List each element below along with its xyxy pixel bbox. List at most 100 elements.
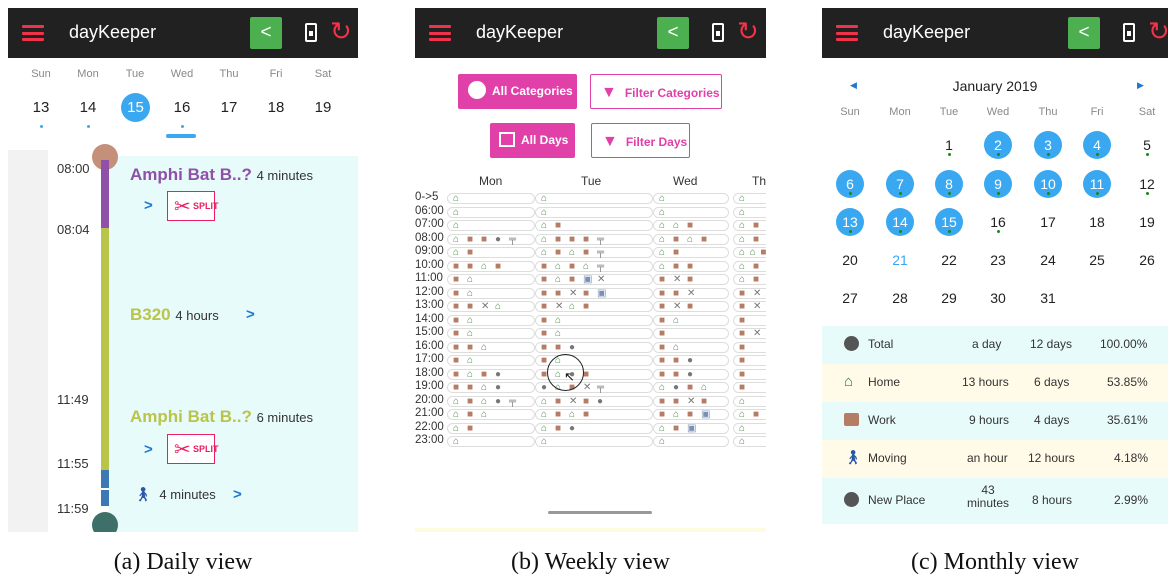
visit-entry[interactable]: Amphi Bat B..? 4 minutes: [130, 165, 313, 185]
hour-cell[interactable]: [535, 287, 653, 299]
hour-cell[interactable]: [447, 287, 535, 299]
hour-cell[interactable]: [733, 436, 766, 447]
summary-row-total[interactable]: Total a day 12 days 100.00%: [822, 326, 1168, 364]
hour-cell[interactable]: [733, 220, 766, 231]
hour-cell[interactable]: [733, 422, 766, 434]
chevron-right-icon[interactable]: >: [246, 306, 255, 323]
calendar-day[interactable]: 25: [1083, 246, 1111, 274]
hour-cell[interactable]: [535, 422, 653, 434]
summary-row-moving[interactable]: 🚶︎ Moving an hour 12 hours 4.18%: [822, 440, 1168, 478]
day-number[interactable]: 14: [65, 99, 111, 116]
day-number[interactable]: 17: [206, 99, 252, 116]
calendar-day[interactable]: 30: [984, 284, 1012, 312]
hour-cell[interactable]: [447, 260, 535, 272]
hour-cell[interactable]: [535, 409, 653, 420]
hour-cell[interactable]: [447, 193, 535, 204]
split-button[interactable]: ✂ SPLIT: [167, 191, 219, 221]
summary-row-work[interactable]: Work 9 hours 4 days 35.61%: [822, 402, 1168, 440]
day-number[interactable]: 18: [253, 99, 299, 116]
next-month-icon[interactable]: ▶: [1137, 80, 1144, 91]
hour-cell[interactable]: [733, 274, 766, 285]
calendar-day[interactable]: 27: [836, 284, 864, 312]
hour-cell[interactable]: [447, 368, 535, 380]
selected-day[interactable]: 15: [121, 93, 150, 122]
chevron-right-icon[interactable]: >: [144, 197, 153, 214]
hour-cell[interactable]: [535, 233, 653, 245]
hour-cell[interactable]: [447, 220, 535, 231]
day-number[interactable]: 19: [300, 99, 346, 116]
hour-cell[interactable]: [447, 314, 535, 326]
filter-days-button[interactable]: ▼ Filter Days: [591, 123, 690, 158]
calendar-day[interactable]: 20: [836, 246, 864, 274]
chevron-right-icon[interactable]: >: [233, 486, 242, 503]
calendar-day[interactable]: 31: [1034, 284, 1062, 312]
menu-icon[interactable]: [22, 25, 44, 41]
menu-icon[interactable]: [429, 25, 451, 41]
calendar-day[interactable]: 28: [886, 284, 914, 312]
hour-cell[interactable]: [733, 206, 766, 218]
calendar-day[interactable]: 24: [1034, 246, 1062, 274]
hour-cell[interactable]: [447, 206, 535, 218]
calendar-day[interactable]: 21: [886, 246, 914, 274]
visit-entry[interactable]: B320 4 hours: [130, 305, 219, 325]
menu-icon[interactable]: [836, 25, 858, 41]
calendar-day[interactable]: 29: [935, 284, 963, 312]
hour-cell[interactable]: [447, 233, 535, 245]
hour-cell[interactable]: [535, 274, 653, 285]
hour-cell[interactable]: [733, 409, 766, 420]
hour-cell[interactable]: [447, 274, 535, 285]
all-days-button[interactable]: All Days: [490, 123, 575, 158]
hour-cell[interactable]: [733, 355, 766, 366]
hour-cell[interactable]: [535, 328, 653, 339]
horizontal-scrollbar[interactable]: [548, 511, 652, 514]
day-number[interactable]: 16: [159, 99, 205, 116]
visit-entry[interactable]: Amphi Bat B..? 6 minutes: [130, 407, 313, 427]
hour-cell[interactable]: [733, 260, 766, 272]
hour-cell[interactable]: [535, 247, 653, 258]
calendar-day[interactable]: 22: [935, 246, 963, 274]
hour-cell[interactable]: [733, 368, 766, 380]
hour-cell[interactable]: [733, 382, 766, 393]
hour-cell[interactable]: [535, 314, 653, 326]
hour-cell[interactable]: [535, 260, 653, 272]
sync-icon[interactable]: ↻: [737, 14, 759, 48]
hour-cell[interactable]: [447, 341, 535, 353]
hour-cell[interactable]: [535, 220, 653, 231]
phone-icon[interactable]: [305, 23, 317, 42]
hour-cell[interactable]: [535, 395, 653, 407]
hour-cell[interactable]: [447, 436, 535, 447]
hour-cell[interactable]: [535, 193, 653, 204]
hour-cell[interactable]: [733, 193, 766, 204]
hour-cell[interactable]: [733, 341, 766, 353]
hour-cell[interactable]: [447, 355, 535, 366]
share-icon[interactable]: <: [657, 17, 689, 49]
sync-icon[interactable]: ↻: [330, 14, 352, 48]
phone-icon[interactable]: [1123, 23, 1135, 42]
phone-icon[interactable]: [712, 23, 724, 42]
hour-cell[interactable]: [535, 436, 653, 447]
summary-row-new-place[interactable]: New Place 43 minutes 8 hours 2.99%: [822, 478, 1168, 524]
all-categories-button[interactable]: All Categories: [458, 74, 577, 109]
hour-cell[interactable]: [447, 409, 535, 420]
calendar-day[interactable]: 26: [1133, 246, 1161, 274]
hour-cell[interactable]: [447, 395, 535, 407]
hour-cell[interactable]: [447, 328, 535, 339]
hour-cell[interactable]: [535, 341, 653, 353]
hour-cell[interactable]: [447, 247, 535, 258]
hour-cell[interactable]: [535, 301, 653, 312]
moving-entry[interactable]: 🚶︎ 4 minutes: [134, 486, 216, 503]
share-icon[interactable]: <: [250, 17, 282, 49]
share-icon[interactable]: <: [1068, 17, 1100, 49]
calendar-day[interactable]: 17: [1034, 208, 1062, 236]
filter-categories-button[interactable]: ▼ Filter Categories: [590, 74, 722, 109]
hour-cell[interactable]: [447, 422, 535, 434]
calendar-day[interactable]: 19: [1133, 208, 1161, 236]
sync-icon[interactable]: ↻: [1148, 14, 1168, 48]
hour-cell[interactable]: [733, 314, 766, 326]
hour-cell[interactable]: [535, 206, 653, 218]
hour-cell[interactable]: [447, 301, 535, 312]
calendar-day[interactable]: 18: [1083, 208, 1111, 236]
hour-cell[interactable]: [733, 233, 766, 245]
day-number[interactable]: 13: [18, 99, 64, 116]
calendar-day[interactable]: 23: [984, 246, 1012, 274]
